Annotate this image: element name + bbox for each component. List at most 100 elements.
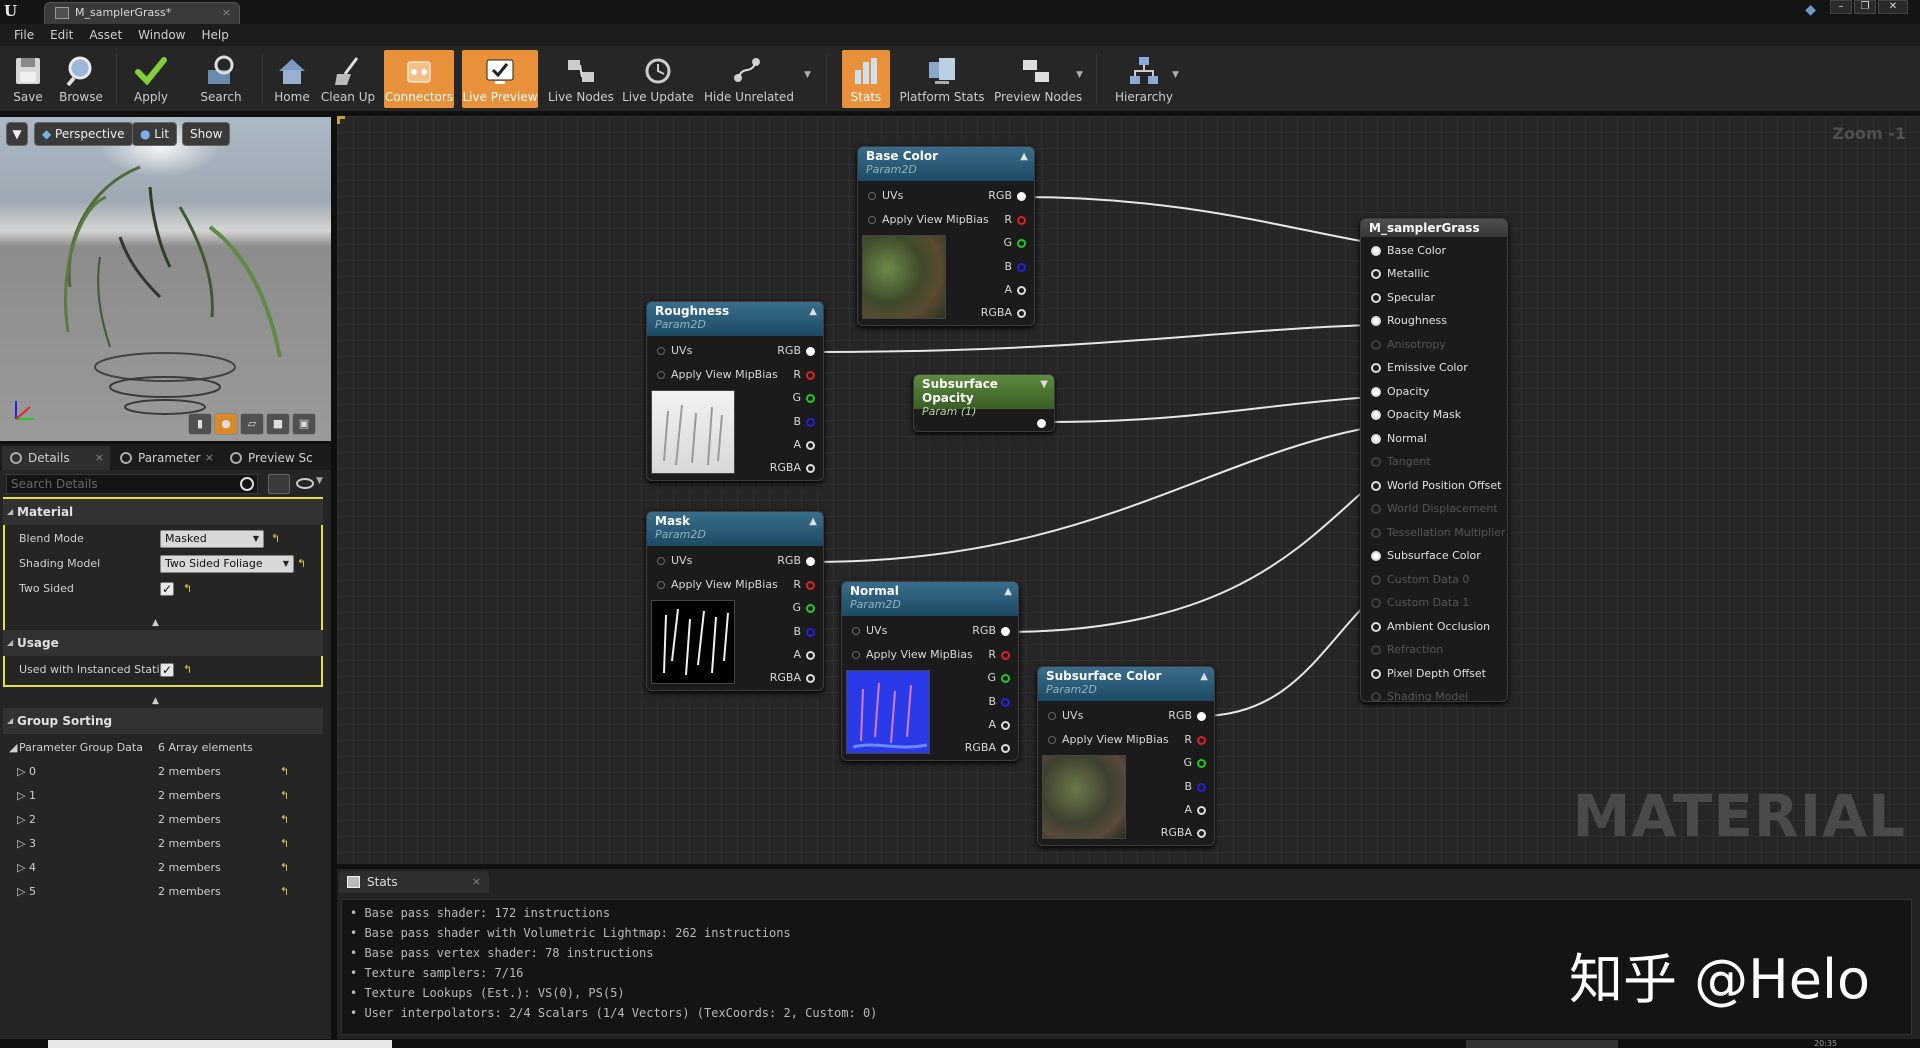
pin-g[interactable]: G (792, 601, 815, 615)
pin-uvs[interactable]: UVs (868, 189, 903, 203)
close-tab-icon[interactable]: × (472, 871, 481, 893)
preview-viewport[interactable]: ▼ ◆ Perspective ● Lit Show ▮ ● ▱ ■ ▣ (0, 117, 331, 441)
minimize-button[interactable]: – (1830, 0, 1852, 14)
collapse-arrow-icon[interactable]: ▼ (1040, 379, 1048, 390)
hierarchy-button[interactable]: Hierarchy (1108, 50, 1180, 108)
pin-rgb[interactable]: RGB (1168, 709, 1206, 723)
reset-to-default-icon[interactable]: ↰ (280, 880, 289, 904)
input-roughness[interactable]: Roughness (1371, 314, 1447, 328)
property-matrix-icon[interactable] (268, 474, 290, 494)
pin-r[interactable]: R (793, 368, 815, 382)
cylinder-preview-icon[interactable]: ▮ (188, 413, 212, 435)
close-tab-icon[interactable]: × (222, 3, 231, 23)
list-item[interactable]: ▷ 2 2 members ↰ (3, 808, 323, 832)
node-header[interactable]: Normal Param2D ▲ (842, 582, 1018, 616)
category-usage[interactable]: Usage (3, 630, 323, 656)
node-header[interactable]: Subsurface Color Param2D ▲ (1038, 667, 1214, 701)
close-tab-icon[interactable]: × (95, 446, 104, 470)
node-header[interactable]: Mask Param2D ▲ (647, 512, 823, 546)
preview-nodes-dropdown-icon[interactable]: ▼ (1076, 70, 1083, 80)
pin-rgba[interactable]: RGBA (770, 671, 815, 685)
collapse-arrow-icon[interactable]: ▲ (1004, 586, 1012, 597)
stats-button[interactable]: Stats (842, 50, 890, 108)
feedback-icon[interactable]: ◆ (1805, 2, 1816, 18)
connectors-button[interactable]: Connectors (384, 50, 454, 108)
document-tab[interactable]: M_samplerGrass* × (44, 2, 240, 24)
live-update-button[interactable]: Live Update (622, 50, 694, 108)
pin-a[interactable]: A (988, 718, 1010, 732)
node-roughness[interactable]: Roughness Param2D ▲ UVs Apply View MipBias… (646, 301, 824, 481)
plane-preview-icon[interactable]: ▱ (240, 413, 264, 435)
apply-button[interactable]: Apply (126, 50, 176, 108)
hide-unrelated-dropdown-icon[interactable]: ▼ (804, 70, 811, 80)
instanced-static-checkbox[interactable]: ✓ (160, 663, 174, 677)
menu-help[interactable]: Help (193, 24, 236, 46)
pin-rgba[interactable]: RGBA (981, 306, 1026, 320)
pin-uvs[interactable]: UVs (852, 624, 887, 638)
node-normal[interactable]: Normal Param2D ▲ UVs Apply View MipBias RG… (841, 581, 1019, 761)
input-pixel-depth-offset[interactable]: Pixel Depth Offset (1371, 667, 1486, 681)
details-search-input[interactable]: Search Details (6, 474, 258, 494)
pin-b[interactable]: B (988, 695, 1010, 709)
home-button[interactable]: Home (272, 50, 312, 108)
pin-r[interactable]: R (1184, 733, 1206, 747)
pin-g[interactable]: G (987, 671, 1010, 685)
collapse-arrow-icon[interactable]: ▲ (1200, 671, 1208, 682)
collapse-arrow-icon[interactable]: ▲ (1020, 151, 1028, 162)
reset-to-default-icon[interactable]: ↰ (280, 760, 289, 784)
lit-button[interactable]: ● Lit (132, 122, 178, 146)
pin-uvs[interactable]: UVs (657, 344, 692, 358)
pin-mipbias[interactable]: Apply View MipBias (657, 578, 778, 592)
tab-parameter[interactable]: Parameter × (112, 446, 220, 470)
menu-edit[interactable]: Edit (42, 24, 81, 46)
two-sided-checkbox[interactable]: ✓ (160, 582, 174, 596)
reset-to-default-icon[interactable]: ↰ (280, 832, 289, 856)
sphere-preview-icon[interactable]: ● (214, 413, 238, 435)
pin-uvs[interactable]: UVs (1048, 709, 1083, 723)
live-preview-button[interactable]: Live Preview (462, 50, 538, 108)
horizontal-scrollbar[interactable] (1466, 1040, 1618, 1048)
pin-rgb[interactable]: RGB (988, 189, 1026, 203)
node-header[interactable]: Roughness Param2D ▲ (647, 302, 823, 336)
chevron-down-icon[interactable]: ▼ (316, 476, 323, 486)
node-base-color[interactable]: Base Color Param2D ▲ UVs Apply View MipBia… (857, 146, 1035, 326)
node-header[interactable]: Base Color Param2D ▲ (858, 147, 1034, 181)
pin-g[interactable]: G (792, 391, 815, 405)
pin-rgba[interactable]: RGBA (965, 741, 1010, 755)
pin-b[interactable]: B (1184, 780, 1206, 794)
input-base-color[interactable]: Base Color (1371, 244, 1446, 258)
teapot-preview-icon[interactable]: ▣ (292, 413, 316, 435)
category-group-sorting[interactable]: Group Sorting (3, 708, 323, 734)
blend-mode-dropdown[interactable]: Masked (160, 530, 264, 548)
menu-file[interactable]: File (6, 24, 42, 46)
tab-preview-scene[interactable]: Preview Sc (222, 446, 330, 470)
reset-to-default-icon[interactable]: ↰ (271, 527, 280, 551)
menu-window[interactable]: Window (130, 24, 193, 46)
tab-stats[interactable]: Stats × (339, 871, 489, 893)
input-specular[interactable]: Specular (1371, 291, 1435, 305)
tab-details[interactable]: Details × (2, 446, 110, 470)
category-material[interactable]: Material (3, 499, 323, 525)
pin-uvs[interactable]: UVs (657, 554, 692, 568)
list-item[interactable]: ▷ 3 2 members ↰ (3, 832, 323, 856)
input-world-position-offset[interactable]: World Position Offset (1371, 479, 1501, 493)
pin-b[interactable]: B (793, 415, 815, 429)
pin-a[interactable]: A (1004, 283, 1026, 297)
save-button[interactable]: Save (6, 50, 50, 108)
reset-to-default-icon[interactable]: ↰ (280, 808, 289, 832)
restore-button[interactable]: ❐ (1854, 0, 1876, 14)
collapse-arrow-icon[interactable]: ▲ (809, 306, 817, 317)
reset-to-default-icon[interactable]: ↰ (183, 577, 192, 601)
input-normal[interactable]: Normal (1371, 432, 1427, 446)
list-item[interactable]: ▷ 1 2 members ↰ (3, 784, 323, 808)
eye-visibility-icon[interactable] (296, 478, 314, 489)
input-opacity[interactable]: Opacity (1371, 385, 1429, 399)
reset-to-default-icon[interactable]: ↰ (280, 784, 289, 808)
pin-r[interactable]: R (988, 648, 1010, 662)
shading-model-dropdown[interactable]: Two Sided Foliage (160, 555, 294, 573)
search-button[interactable]: Search (196, 50, 246, 108)
input-ambient-occlusion[interactable]: Ambient Occlusion (1371, 620, 1490, 634)
pin-rgb[interactable]: RGB (777, 554, 815, 568)
pin-rgba[interactable]: RGBA (1161, 826, 1206, 840)
perspective-button[interactable]: ◆ Perspective (34, 122, 133, 146)
